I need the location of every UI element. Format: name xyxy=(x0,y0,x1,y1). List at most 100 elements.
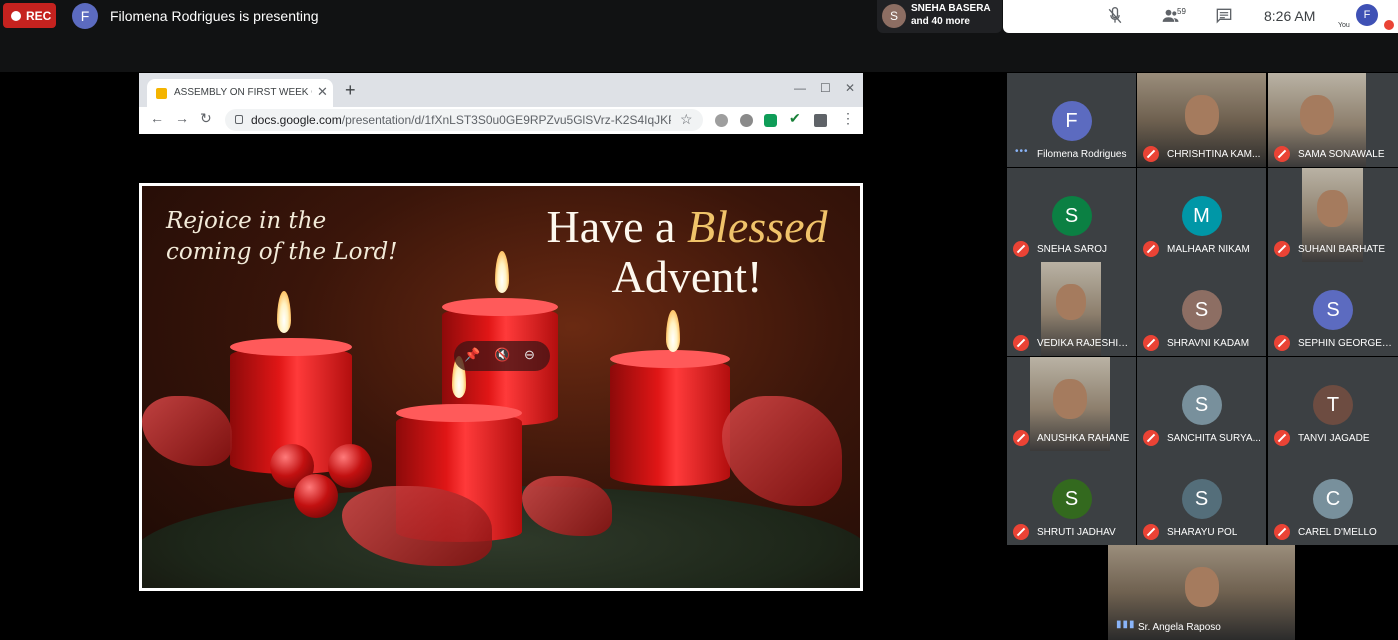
participant-tile[interactable]: S SHRUTI JADHAV xyxy=(1007,451,1136,545)
notification-name: SNEHA BASERA xyxy=(911,3,991,14)
address-bar[interactable]: docs.google.com/presentation/d/1fXnLST3S… xyxy=(225,109,703,131)
participant-name: SNEHA SAROJ xyxy=(1037,244,1108,255)
mic-off-icon xyxy=(1013,335,1029,351)
lock-icon xyxy=(235,115,243,124)
people-count: 59 xyxy=(1177,7,1186,16)
participant-name: Sr. Angela Raposo xyxy=(1138,622,1221,633)
extension-globe-icon[interactable] xyxy=(740,114,753,127)
notification-more: and 40 more xyxy=(911,16,970,27)
participant-face-image xyxy=(1300,95,1334,135)
clock: 8:26 AM xyxy=(1264,8,1316,24)
reload-icon[interactable]: ↻ xyxy=(200,110,212,127)
forward-icon[interactable]: → xyxy=(175,110,189,126)
mic-off-icon xyxy=(1143,335,1159,351)
participant-name: SUHANI BARHATE xyxy=(1298,244,1386,255)
participant-tile[interactable]: T TANVI JAGADE xyxy=(1268,357,1398,451)
mic-off-icon xyxy=(1143,146,1159,162)
participant-name: CAREL D'MELLO xyxy=(1298,527,1377,538)
mic-off-icon xyxy=(1013,524,1029,540)
slide-subtitle-line2: coming of the Lord! xyxy=(166,239,398,265)
candle-image xyxy=(610,350,730,486)
minimize-icon[interactable]: — xyxy=(794,81,806,95)
record-dot-icon xyxy=(11,10,21,21)
participant-name: SANCHITA SURYA... xyxy=(1167,433,1261,444)
flame-image xyxy=(277,291,291,333)
participant-tile[interactable]: C CAREL D'MELLO xyxy=(1268,451,1398,545)
more-vert-icon[interactable]: ⋮ xyxy=(841,110,855,126)
mic-off-icon xyxy=(1274,146,1290,162)
participant-tile[interactable]: S SANCHITA SURYA... xyxy=(1137,357,1266,451)
notification-avatar: S xyxy=(882,4,906,28)
participant-avatar: S xyxy=(1313,290,1353,330)
participant-face-image xyxy=(1056,284,1086,320)
presenting-status: Filomena Rodrigues is presenting xyxy=(110,8,319,24)
participant-tile[interactable]: F ••• Filomena Rodrigues xyxy=(1007,73,1136,167)
slide-heading: Have a Blessed Advent! xyxy=(532,202,842,302)
self-avatar[interactable]: F xyxy=(1356,4,1378,26)
new-tab-icon[interactable]: + xyxy=(345,80,356,101)
url-text: docs.google.com/presentation/d/1fXnLST3S… xyxy=(251,113,671,127)
self-label: You xyxy=(1338,22,1350,29)
mic-off-icon xyxy=(1274,241,1290,257)
participant-avatar: S xyxy=(1181,479,1222,519)
participant-tile[interactable]: SUHANI BARHATE xyxy=(1268,168,1398,262)
bookmark-star-icon[interactable]: ☆ xyxy=(680,111,693,128)
close-window-icon[interactable]: ✕ xyxy=(845,81,855,95)
check-extension-icon[interactable]: ✔ xyxy=(789,110,802,126)
browser-toolbar: ← → ↻ docs.google.com/presentation/d/1fX… xyxy=(139,107,863,134)
tile-hover-controls: 📌 🔇 ⊖ xyxy=(454,341,550,371)
participant-tile[interactable]: ANUSHKA RAHANE xyxy=(1007,357,1136,451)
participant-tile[interactable]: ▮▮▮ Sr. Angela Raposo xyxy=(1108,545,1295,640)
participant-tile[interactable]: S SHARAYU POL xyxy=(1137,451,1266,545)
sheets-extension-icon[interactable] xyxy=(764,114,777,127)
participant-tile[interactable]: S SHRAVNI KADAM xyxy=(1137,262,1266,356)
url-path: /presentation/d/1fXnLST3S0u0GE9RPZvu5GlS… xyxy=(341,113,671,127)
participant-name: SHRUTI JADHAV xyxy=(1037,527,1116,538)
participant-name: SEPHIN GEORGE S... xyxy=(1298,338,1394,349)
participant-name: VEDIKA RAJESHIR... xyxy=(1037,338,1133,349)
participant-tile[interactable]: S SNEHA SAROJ xyxy=(1007,168,1136,262)
slide-subtitle: Rejoice in the coming of the Lord! xyxy=(166,206,397,268)
mic-off-icon xyxy=(1274,430,1290,446)
participant-tile[interactable]: VEDIKA RAJESHIR... xyxy=(1007,262,1136,356)
participant-avatar: S xyxy=(1051,196,1092,236)
participant-tile[interactable]: SAMA SONAWALE xyxy=(1268,73,1398,167)
puzzle-icon[interactable] xyxy=(814,114,827,127)
participant-tile[interactable]: M MALHAAR NIKAM xyxy=(1137,168,1266,262)
mute-participant-icon[interactable]: 🔇 xyxy=(494,347,510,363)
back-icon[interactable]: ← xyxy=(150,110,164,126)
slide-heading-pre: Have a xyxy=(546,201,687,252)
remove-icon[interactable]: ⊖ xyxy=(524,347,535,363)
participant-avatar: M xyxy=(1181,196,1222,236)
url-host: docs.google.com xyxy=(251,113,342,127)
tab-strip: ASSEMBLY ON FIRST WEEK OF A ✕ + — ☐ ✕ xyxy=(139,73,863,107)
meet-window: REC F Filomena Rodrigues is presenting S… xyxy=(0,0,1398,640)
participant-avatar: T xyxy=(1313,385,1353,425)
presenter-avatar: F xyxy=(72,3,98,29)
join-notification[interactable]: S SNEHA BASERA and 40 more xyxy=(877,0,1002,33)
participant-name: SHRAVNI KADAM xyxy=(1167,338,1250,349)
maximize-icon[interactable]: ☐ xyxy=(820,81,831,95)
slides-favicon-icon xyxy=(156,88,167,99)
pin-icon[interactable]: 📌 xyxy=(464,347,480,363)
browser-tab[interactable]: ASSEMBLY ON FIRST WEEK OF A ✕ xyxy=(147,79,333,107)
close-tab-icon[interactable]: ✕ xyxy=(317,84,328,100)
participant-name: MALHAAR NIKAM xyxy=(1167,244,1250,255)
extension-icon[interactable] xyxy=(715,114,728,127)
participant-avatar: S xyxy=(1181,385,1222,425)
mic-off-icon xyxy=(1013,430,1029,446)
recording-badge: REC xyxy=(3,3,56,28)
participant-face-image xyxy=(1053,379,1087,419)
tab-title: ASSEMBLY ON FIRST WEEK OF A xyxy=(174,87,312,98)
participant-avatar: S xyxy=(1051,479,1092,519)
participant-tile[interactable]: S SEPHIN GEORGE S... xyxy=(1268,262,1398,356)
participant-name: ANUSHKA RAHANE xyxy=(1037,433,1130,444)
participant-name: TANVI JAGADE xyxy=(1298,433,1370,444)
participant-face-image xyxy=(1184,567,1219,607)
ribbon-image xyxy=(142,396,232,466)
participant-tile[interactable]: CHRISHTINA KAM... xyxy=(1137,73,1266,167)
flame-image xyxy=(666,310,680,352)
slide-heading-line2: Advent! xyxy=(611,251,763,302)
chat-icon[interactable] xyxy=(1214,6,1234,26)
mic-off-icon[interactable] xyxy=(1105,6,1125,26)
